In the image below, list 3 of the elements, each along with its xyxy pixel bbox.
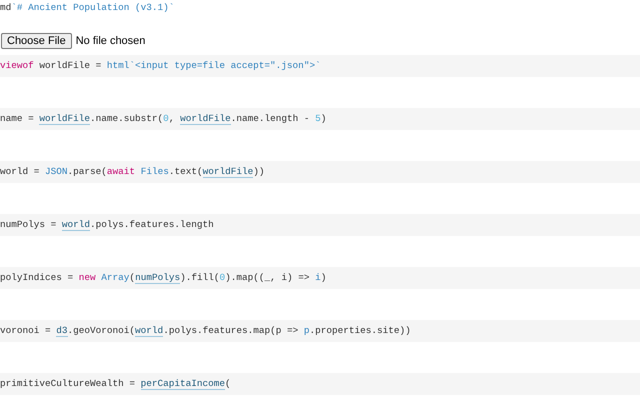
file-status-text: No file chosen (76, 35, 146, 47)
choose-file-button[interactable]: Choose File (1, 33, 72, 49)
code-line: md`# Ancient Population (v3.1)` (0, 1, 176, 15)
